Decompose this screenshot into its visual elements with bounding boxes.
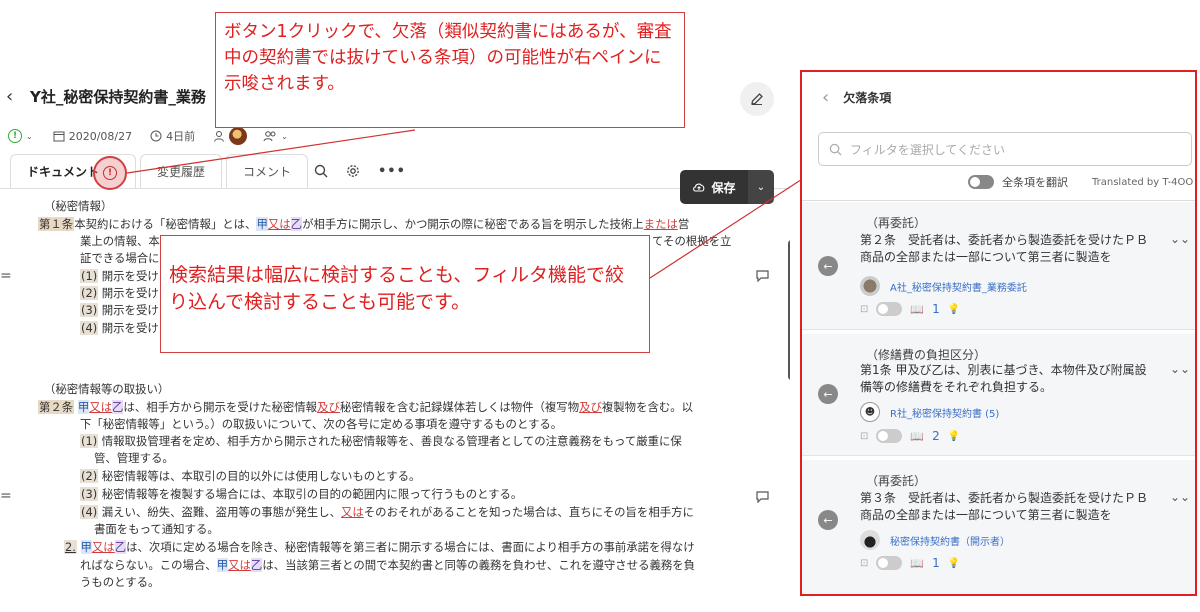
reference-count: 2 — [932, 429, 940, 443]
lightbulb-icon[interactable]: 💡 — [948, 431, 960, 442]
source-avatar: ☻ — [860, 402, 880, 422]
book-icon[interactable]: 📖 — [910, 557, 924, 570]
clause-source[interactable]: 秘密保持契約書（開示者） — [860, 530, 1010, 550]
clause-card[interactable]: （修繕費の負担区分） 第1条 甲及び乙は、別表に基づき、本物件及び附属設備等の修… — [802, 334, 1195, 456]
translate-toggle[interactable] — [876, 429, 903, 443]
source-name[interactable]: A社_秘密保持契約書_業務委託 — [890, 279, 1027, 294]
clause-heading: （再委託） — [866, 474, 927, 488]
insert-arrow-icon[interactable]: ← — [818, 510, 838, 530]
card-footer: ⊡ 📖 1 💡 — [860, 556, 960, 570]
clause-card[interactable]: （再委託） 第２条 受託者は、委託者から製造委託を受けたＰＢ商品の全部または一部… — [802, 202, 1195, 330]
callout-filter: 検索結果は幅広に検討することも、フィルタ機能で絞り込んで検討することも可能です。 — [160, 235, 650, 353]
pane-title: 欠落条項 — [843, 90, 892, 105]
translate-all-toggle[interactable] — [968, 175, 994, 189]
pane-header: ‹ 欠落条項 — [802, 72, 1195, 122]
clause-body: 第３条 受託者は、委託者から製造委託を受けたＰＢ商品の全部または一部について第三… — [860, 491, 1149, 522]
translate-toggle[interactable] — [876, 302, 903, 316]
translate-icon: ⊡ — [860, 430, 869, 442]
clause-body: 第２条 受託者は、委託者から製造委託を受けたＰＢ商品の全部または一部について第三… — [860, 233, 1149, 264]
missing-clauses-pane: ‹ 欠落条項 フィルタを選択してください 全条項を翻訳 Translated b… — [800, 70, 1197, 596]
filter-input[interactable]: フィルタを選択してください — [818, 132, 1192, 166]
lightbulb-icon[interactable]: 💡 — [948, 304, 960, 315]
reference-count: 1 — [932, 302, 940, 316]
clause-card[interactable]: （再委託） 第３条 受託者は、委託者から製造委託を受けたＰＢ商品の全部または一部… — [802, 460, 1195, 594]
search-icon — [829, 143, 842, 155]
clause-source[interactable]: ☻ R社_秘密保持契約書 (5) — [860, 402, 999, 422]
expand-icon[interactable]: ⌄⌄ — [1170, 490, 1190, 504]
reference-count: 1 — [932, 556, 940, 570]
callout-missing-clause: ボタン1クリックで、欠落（類似契約書にはあるが、審査中の契約書では抜けている条項… — [215, 12, 685, 128]
clause-heading: （再委託） — [866, 216, 927, 230]
expand-icon[interactable]: ⌄⌄ — [1170, 232, 1190, 246]
book-icon[interactable]: 📖 — [910, 303, 924, 316]
lightbulb-icon[interactable]: 💡 — [948, 558, 960, 569]
insert-arrow-icon[interactable]: ← — [818, 256, 838, 276]
insert-arrow-icon[interactable]: ← — [818, 384, 838, 404]
translate-icon: ⊡ — [860, 303, 869, 315]
divider — [802, 200, 1195, 201]
clause-body: 第1条 甲及び乙は、別表に基づき、本物件及び附属設備等の修繕費をそれぞれ負担する… — [860, 363, 1147, 394]
book-icon[interactable]: 📖 — [910, 430, 924, 443]
clause-heading: （修繕費の負担区分） — [866, 348, 987, 362]
source-avatar — [860, 276, 880, 296]
clause-source[interactable]: A社_秘密保持契約書_業務委託 — [860, 276, 1027, 296]
translate-row: 全条項を翻訳 Translated by T-4OO — [968, 174, 1193, 190]
translate-icon: ⊡ — [860, 557, 869, 569]
source-avatar — [860, 530, 880, 550]
filter-placeholder: フィルタを選択してください — [850, 142, 1006, 157]
translated-by: Translated by T-4OO — [1092, 176, 1194, 188]
source-name[interactable]: 秘密保持契約書（開示者） — [890, 533, 1010, 548]
card-footer: ⊡ 📖 1 💡 — [860, 302, 960, 316]
card-footer: ⊡ 📖 2 💡 — [860, 429, 960, 443]
expand-icon[interactable]: ⌄⌄ — [1170, 362, 1190, 376]
translate-toggle[interactable] — [876, 556, 903, 570]
source-name[interactable]: R社_秘密保持契約書 (5) — [890, 405, 999, 420]
back-chevron-icon[interactable]: ‹ — [822, 87, 829, 108]
translate-all-label: 全条項を翻訳 — [1002, 176, 1068, 189]
